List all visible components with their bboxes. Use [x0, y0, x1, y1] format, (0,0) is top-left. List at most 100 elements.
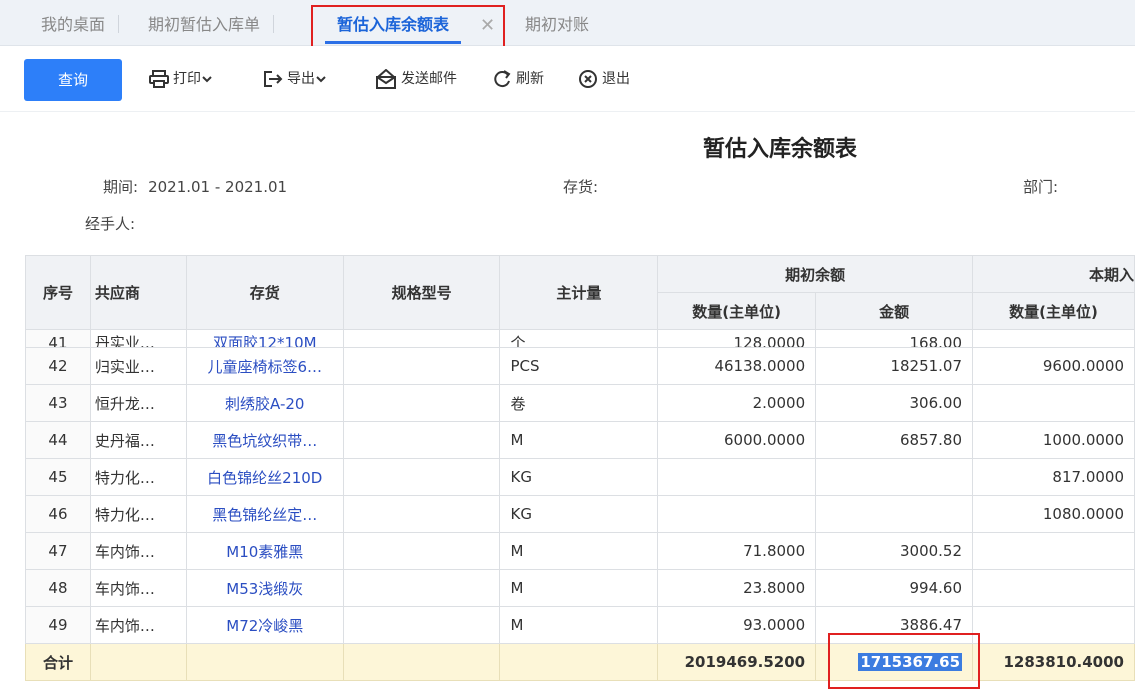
- total-label: 合计: [25, 643, 91, 681]
- printer-icon: [149, 70, 169, 88]
- cell-inventory[interactable]: 儿童座椅标签6…: [185, 347, 344, 385]
- total-amount-value: 1715367.65: [858, 653, 963, 671]
- cell-seq: 43: [25, 384, 91, 422]
- cell-amount: 3886.47: [815, 606, 974, 644]
- cell-qty: 71.8000: [657, 532, 817, 570]
- cell-current-qty: [972, 532, 1135, 570]
- cell-unit: KG: [499, 458, 659, 496]
- refresh-button[interactable]: 刷新: [492, 66, 544, 92]
- print-button[interactable]: 打印: [149, 66, 217, 92]
- period-value: 2021.01 - 2021.01: [148, 178, 288, 196]
- cell-supplier: 车内饰…: [89, 532, 187, 570]
- table-row[interactable]: 41 丹实业… 双面胶12*10M 个 128.0000 168.00: [25, 329, 1135, 348]
- cell-unit: 个: [499, 329, 659, 348]
- cell-inventory[interactable]: 双面胶12*10M: [185, 329, 344, 348]
- cell-qty: 6000.0000: [657, 421, 817, 459]
- cell-spec: [342, 569, 501, 607]
- cell-spec: [342, 606, 501, 644]
- cell-seq: 46: [25, 495, 91, 533]
- period-label: 期间:: [103, 178, 139, 196]
- cell-inventory[interactable]: 黑色锦纶丝定…: [185, 495, 344, 533]
- total-current-qty: 1283810.4000: [972, 643, 1135, 681]
- cell-supplier: 归实业…: [89, 347, 187, 385]
- cell-amount: [815, 458, 974, 496]
- total-amount[interactable]: 1715367.65: [815, 643, 974, 681]
- table-row[interactable]: 46 特力化… 黑色锦纶丝定… KG 1080.0000: [25, 495, 1135, 533]
- cell-current-qty: 817.0000: [972, 458, 1135, 496]
- header-opening-amount: 金额: [815, 292, 974, 330]
- cell-current-qty: 9600.0000: [972, 347, 1135, 385]
- cell-inventory[interactable]: M10素雅黑: [185, 532, 344, 570]
- table-row[interactable]: 47 车内饰… M10素雅黑 M 71.8000 3000.52: [25, 532, 1135, 570]
- cell-spec: [342, 421, 501, 459]
- cell-amount: 994.60: [815, 569, 974, 607]
- cell-unit: PCS: [499, 347, 659, 385]
- cell-inventory[interactable]: M72冷峻黑: [185, 606, 344, 644]
- cell-current-qty: [972, 329, 1135, 348]
- cell-amount: 18251.07: [815, 347, 974, 385]
- period-field: 期间: 2021.01 - 2021.01: [103, 176, 287, 197]
- cell-current-qty: [972, 606, 1135, 644]
- cell-spec: [342, 347, 501, 385]
- cell-qty: 2.0000: [657, 384, 817, 422]
- close-circle-icon: [579, 70, 597, 88]
- cell-inventory[interactable]: M53浅缎灰: [185, 569, 344, 607]
- cell-amount: [815, 495, 974, 533]
- query-button[interactable]: 查询: [24, 59, 122, 101]
- cell-qty: [657, 458, 817, 496]
- export-label: 导出: [287, 71, 315, 87]
- cell-supplier: 特力化…: [89, 495, 187, 533]
- cell-seq: 41: [25, 329, 91, 348]
- cell-unit: M: [499, 606, 659, 644]
- report-title: 暂估入库余额表: [703, 137, 858, 162]
- table-row[interactable]: 49 车内饰… M72冷峻黑 M 93.0000 3886.47: [25, 606, 1135, 644]
- cell-supplier: 特力化…: [89, 458, 187, 496]
- table-row[interactable]: 42 归实业… 儿童座椅标签6… PCS 46138.0000 18251.07 9600.…: [25, 347, 1135, 385]
- cell-unit: 卷: [499, 384, 659, 422]
- table-row[interactable]: 45 特力化… 白色锦纶丝210D KG 817.0000: [25, 458, 1135, 496]
- tab-label: 暂估入库余额表: [337, 15, 450, 34]
- table-row[interactable]: 43 恒升龙… 刺绣胶A-20 卷 2.0000 306.00: [25, 384, 1135, 422]
- cell-supplier: 恒升龙…: [89, 384, 187, 422]
- refresh-label: 刷新: [516, 71, 544, 87]
- export-button[interactable]: 导出: [263, 66, 331, 92]
- cell-unit: M: [499, 421, 659, 459]
- print-label: 打印: [173, 71, 201, 87]
- cell-unit: M: [499, 532, 659, 570]
- cell-inventory[interactable]: 黑色坑纹织带…: [185, 421, 344, 459]
- tab-opening-reconciliation[interactable]: 期初对账: [525, 0, 589, 46]
- exit-button[interactable]: 退出: [578, 66, 630, 92]
- total-qty: 2019469.5200: [657, 643, 817, 681]
- tab-my-desktop[interactable]: 我的桌面: [41, 0, 120, 46]
- cell-inventory[interactable]: 刺绣胶A-20: [185, 384, 344, 422]
- close-icon[interactable]: ✕: [480, 0, 495, 52]
- cell-unit: KG: [499, 495, 659, 533]
- cell-seq: 42: [25, 347, 91, 385]
- cell-qty: 23.8000: [657, 569, 817, 607]
- cell-current-qty: [972, 569, 1135, 607]
- header-current-in: 本期入: [972, 255, 1135, 293]
- cell-amount: 168.00: [815, 329, 974, 348]
- cell-current-qty: 1000.0000: [972, 421, 1135, 459]
- cell-amount: 6857.80: [815, 421, 974, 459]
- cell-seq: 47: [25, 532, 91, 570]
- balance-table: 序号 共应商 存货 规格型号 主计量 期初余额 本期入 数量(主单位) 金额 数…: [25, 255, 1135, 689]
- header-unit: 主计量: [499, 255, 659, 330]
- cell-supplier: 车内饰…: [89, 569, 187, 607]
- cell-seq: 48: [25, 569, 91, 607]
- table-row[interactable]: 48 车内饰… M53浅缎灰 M 23.8000 994.60: [25, 569, 1135, 607]
- cell-amount: 3000.52: [815, 532, 974, 570]
- cell-inventory[interactable]: 白色锦纶丝210D: [185, 458, 344, 496]
- cell-current-qty: 1080.0000: [972, 495, 1135, 533]
- tab-estimate-balance-report[interactable]: 暂估入库余额表: [325, 0, 462, 46]
- tab-opening-estimate-receipt[interactable]: 期初暂估入库单: [148, 0, 275, 46]
- exit-label: 退出: [602, 71, 630, 87]
- cell-spec: [342, 329, 501, 348]
- export-icon: [264, 71, 283, 87]
- cell-seq: 45: [25, 458, 91, 496]
- send-email-button[interactable]: 发送邮件: [375, 66, 457, 92]
- table-row[interactable]: 44 史丹福… 黑色坑纹织带… M 6000.0000 6857.80 1000.0000: [25, 421, 1135, 459]
- header-seq: 序号: [25, 255, 91, 330]
- cell-qty: 93.0000: [657, 606, 817, 644]
- tab-bar: 我的桌面 期初暂估入库单 暂估入库余额表 ✕ 期初对账: [0, 0, 1135, 46]
